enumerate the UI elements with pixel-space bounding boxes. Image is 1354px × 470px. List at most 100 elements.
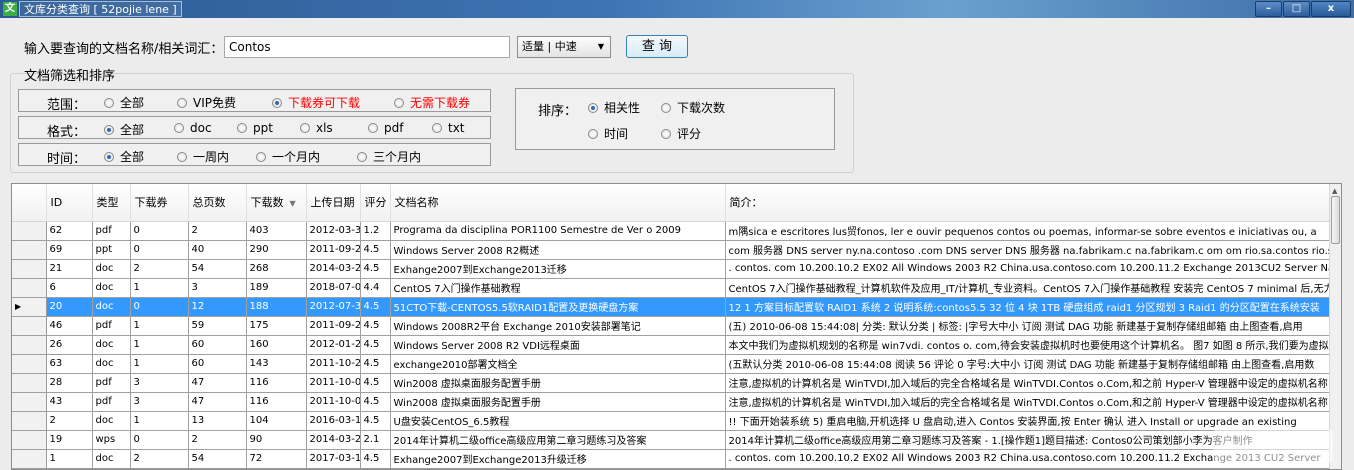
cell-upload-date: 2014-03-23	[306, 430, 361, 450]
format-option-all[interactable]: 全部	[104, 121, 144, 138]
radio-selected-icon	[588, 103, 598, 113]
column-header-doc-name[interactable]: 文档名称	[390, 184, 726, 222]
scroll-up-icon[interactable]: ▲	[1332, 187, 1337, 195]
cell-summary: (五) 2010-06-08 15:44:08| 分类: 默认分类 | 标签: …	[725, 316, 1330, 336]
cell-ticket: 2	[130, 259, 189, 279]
row-header[interactable]	[12, 373, 47, 393]
format-option-pdf[interactable]: pdf	[368, 121, 403, 135]
column-header-id[interactable]: ID	[46, 184, 93, 222]
table-row[interactable]: 21doc2542682014-03-214.5Exhange2007到Exch…	[12, 259, 1330, 279]
scope-option-ticket-download[interactable]: 下载券可下载	[272, 94, 360, 111]
cell-doc-name: CentOS 7入门操作基础教程	[390, 278, 726, 298]
column-header-summary[interactable]: 简介：	[725, 184, 1330, 222]
cell-ticket: 3	[130, 373, 189, 393]
row-header[interactable]	[12, 240, 47, 260]
cell-rating: 4.5	[360, 297, 391, 317]
table-row[interactable]: 46pdf1591752011-09-214.5Windows 2008R2平台…	[12, 316, 1330, 336]
speed-mode-select[interactable]: 适量 | 中速 ▼	[517, 36, 611, 58]
table-row[interactable]: 43pdf3471162011-10-094.5Win2008 虚拟桌面服务配置…	[12, 392, 1330, 412]
column-header-downloads[interactable]: 下载数 ▼	[246, 184, 307, 222]
sort-option-time[interactable]: 时间	[588, 125, 628, 142]
cell-upload-date: 2011-10-21	[306, 354, 361, 374]
radio-selected-icon	[104, 125, 114, 135]
row-header[interactable]	[12, 221, 47, 241]
cell-doc-name: Windows Server 2008 R2 VDI远程桌面	[390, 335, 726, 355]
radio-icon	[357, 152, 367, 162]
row-header[interactable]	[12, 278, 47, 298]
cell-type: pdf	[92, 392, 131, 412]
radio-icon	[300, 123, 310, 133]
table-row[interactable]: 28pdf3471162011-10-094.5Win2008 虚拟桌面服务配置…	[12, 373, 1330, 393]
sort-option-rating[interactable]: 评分	[661, 125, 701, 142]
row-header[interactable]	[12, 449, 47, 469]
cell-downloads: 188	[246, 297, 307, 317]
cell-ticket: 0	[130, 297, 189, 317]
row-header[interactable]	[12, 354, 47, 374]
table-row[interactable]: 26doc1601602012-01-294.5Windows Server 2…	[12, 335, 1330, 355]
time-option-month[interactable]: 一个月内	[256, 148, 320, 165]
table-row[interactable]: 63doc1601432011-10-214.5exchange2010部署文档…	[12, 354, 1330, 374]
cell-summary: com 服务器 DNS server ny.na.contoso .com DN…	[725, 240, 1330, 260]
row-header[interactable]	[12, 335, 47, 355]
cell-id: 62	[46, 221, 93, 241]
row-header[interactable]	[12, 259, 47, 279]
cell-ticket: 2	[130, 449, 189, 469]
row-header[interactable]: ▶	[12, 297, 47, 317]
row-header[interactable]	[12, 392, 47, 412]
scope-option-no-ticket[interactable]: 无需下载券	[394, 94, 470, 111]
table-row[interactable]: 2doc1131042016-03-124.5U盘安装CentOS_6.5教程!…	[12, 411, 1330, 431]
format-option-txt[interactable]: txt	[432, 121, 465, 135]
cell-pages: 2	[188, 430, 247, 450]
table-row[interactable]: 19wps02902014-03-232.12014年计算机二级office高级…	[12, 430, 1330, 450]
cell-upload-date: 2018-07-01	[306, 278, 361, 298]
column-header-pages[interactable]: 总页数	[188, 184, 247, 222]
radio-icon	[661, 129, 671, 139]
time-option-week[interactable]: 一周内	[177, 148, 229, 165]
column-header-upload-date[interactable]: 上传日期	[306, 184, 361, 222]
cell-summary: (五默认分类 2010-06-08 15:44:08 阅读 56 评论 0 字号…	[725, 354, 1330, 374]
close-button[interactable]: x	[1311, 1, 1351, 17]
cell-summary: 注意,虚拟机的计算机名是 WinTVDI,加入域后的完全合格域名是 WinTVD…	[725, 392, 1330, 412]
results-grid[interactable]: ID 类型 下载券 总页数 下载数 ▼ 上传日期 评分 文档名称 简介： 62 pd…	[11, 183, 1342, 470]
cell-id: 28	[46, 373, 93, 393]
sort-option-relevance[interactable]: 相关性	[588, 99, 640, 116]
time-filter-row: 时间： 全部 一周内 一个月内 三个月内	[18, 143, 491, 167]
table-row[interactable]: 62pdf024032012-03-301.2Programa da disci…	[12, 221, 1330, 241]
time-option-all[interactable]: 全部	[104, 148, 144, 165]
results-grid-body: ID 类型 下载券 总页数 下载数 ▼ 上传日期 评分 文档名称 简介： 62 pd…	[12, 184, 1330, 469]
query-button[interactable]: 查 询	[626, 35, 688, 58]
format-option-doc[interactable]: doc	[174, 121, 212, 135]
vertical-scrollbar[interactable]: ▲	[1329, 184, 1341, 469]
sort-option-downloads[interactable]: 下载次数	[661, 99, 725, 116]
column-header-ticket[interactable]: 下载券	[130, 184, 189, 222]
table-row[interactable]: 6doc131892018-07-014.4CentOS 7入门操作基础教程Ce…	[12, 278, 1330, 298]
table-row[interactable]: ▶ 20doc0121882012-07-304.551CTO下载-CENTOS5…	[12, 297, 1330, 317]
column-header-rating[interactable]: 评分	[360, 184, 391, 222]
table-row[interactable]: 69ppt0402902011-09-284.5Windows Server 2…	[12, 240, 1330, 260]
time-option-three-months[interactable]: 三个月内	[357, 148, 421, 165]
scope-option-all[interactable]: 全部	[104, 94, 144, 111]
minimize-button[interactable]: –	[1255, 1, 1282, 17]
table-row[interactable]: 1doc254722017-03-114.5Exhange2007到Exchan…	[12, 449, 1330, 469]
current-row-icon: ▶	[15, 302, 22, 311]
maximize-button[interactable]: □	[1283, 1, 1310, 17]
search-input[interactable]	[224, 36, 510, 58]
row-header[interactable]	[12, 411, 47, 431]
cell-pages: 3	[188, 278, 247, 298]
cell-pages: 60	[188, 335, 247, 355]
cell-pages: 40	[188, 240, 247, 260]
row-header[interactable]	[12, 316, 47, 336]
column-header-type[interactable]: 类型	[92, 184, 131, 222]
cell-summary: . contos. com 10.200.10.2 EX02 All Windo…	[725, 259, 1330, 279]
row-header[interactable]	[12, 430, 47, 450]
cell-type: wps	[92, 430, 131, 450]
cell-rating: 4.5	[360, 316, 391, 336]
radio-icon	[394, 98, 404, 108]
format-option-ppt[interactable]: ppt	[237, 121, 273, 135]
format-option-xls[interactable]: xls	[300, 121, 333, 135]
time-label: 时间：	[47, 152, 87, 167]
cell-ticket: 0	[130, 430, 189, 450]
scrollbar-thumb[interactable]	[1331, 196, 1340, 244]
cell-upload-date: 2011-09-21	[306, 316, 361, 336]
scope-option-vip-free[interactable]: VIP免费	[177, 94, 236, 111]
